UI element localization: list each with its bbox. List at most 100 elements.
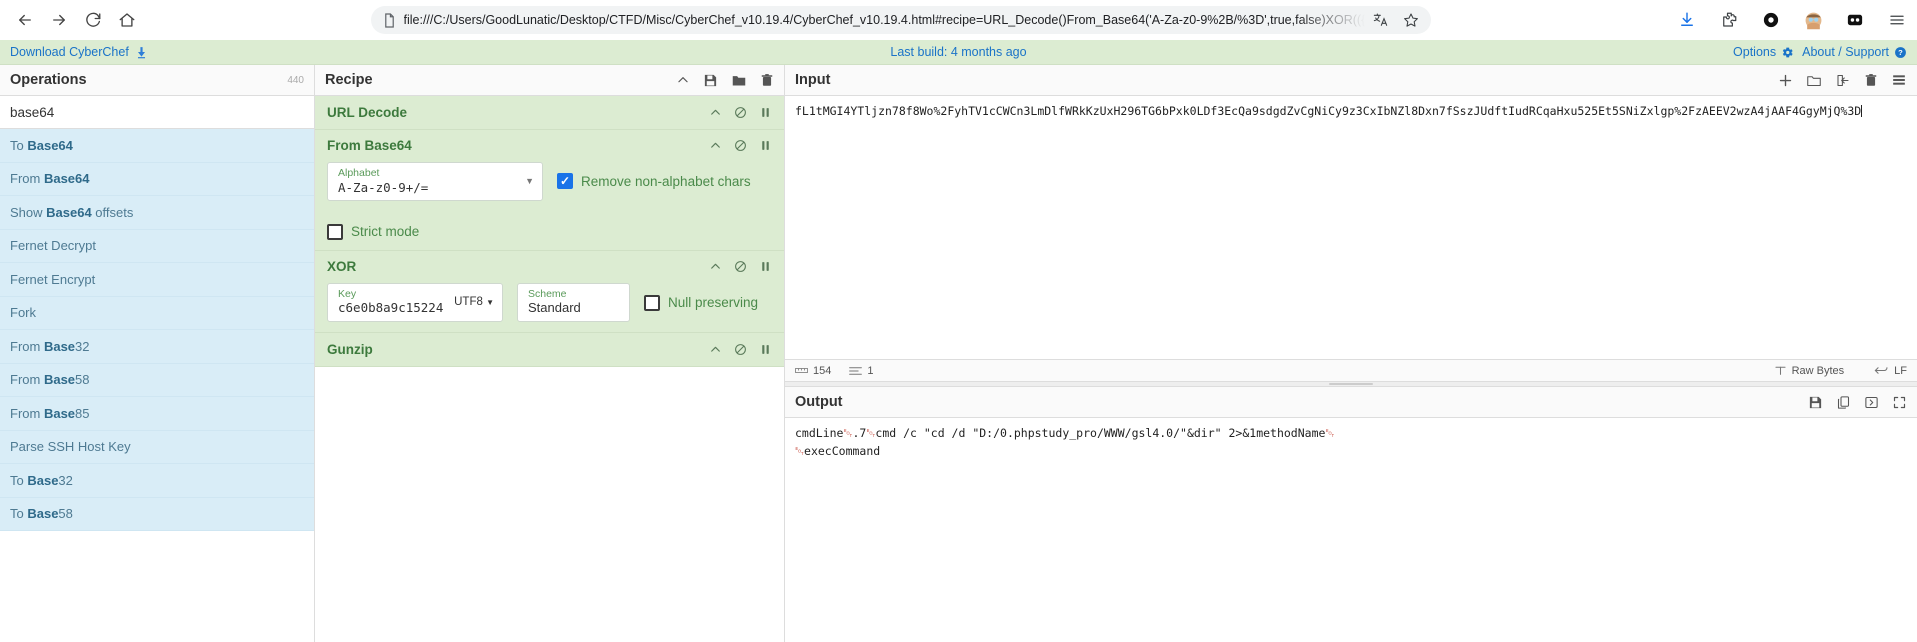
raw-bytes-toggle[interactable]: Raw Bytes	[1774, 365, 1844, 377]
main-content: Operations 440 To Base64 From Base64 Sho…	[0, 65, 1917, 642]
translate-icon[interactable]	[1373, 12, 1389, 28]
download-icon[interactable]	[1677, 10, 1697, 30]
null-preserving-label: Null preserving	[668, 295, 759, 311]
download-cyberchef-link[interactable]: Download CyberChef	[10, 45, 148, 59]
alphabet-select[interactable]: Alphabet A-Za-z0-9+/= ▼	[327, 162, 543, 201]
alphabet-value: A-Za-z0-9+/=	[338, 179, 429, 195]
operation-item-6[interactable]: From Base32	[0, 330, 314, 364]
op-pre: To	[10, 137, 28, 153]
home-icon[interactable]	[112, 5, 142, 35]
chevron-down-icon[interactable]: ▼	[486, 298, 494, 307]
pause-icon[interactable]	[759, 260, 772, 273]
operation-item-2[interactable]: Show Base64 offsets	[0, 196, 314, 230]
folder-icon[interactable]	[731, 73, 747, 88]
chevron-up-icon[interactable]	[709, 139, 722, 152]
question-circle-icon[interactable]: ?	[1894, 46, 1907, 59]
operation-item-1[interactable]: From Base64	[0, 162, 314, 196]
chevron-up-icon[interactable]	[709, 106, 722, 119]
recipe-op-url-decode[interactable]: URL Decode	[315, 96, 784, 130]
disable-icon[interactable]	[734, 139, 747, 152]
op-match: Base	[43, 338, 76, 354]
save-icon[interactable]	[703, 73, 718, 88]
options-button[interactable]: Options	[1733, 45, 1794, 59]
recipe-op-title: XOR	[327, 258, 357, 274]
recipe-op-xor[interactable]: XOR Key c6e0b8a9c15224 ... UTF8 ▼ Scheme	[315, 250, 784, 334]
trash-icon[interactable]	[1864, 73, 1878, 88]
length-icon	[795, 366, 808, 375]
hamburger-menu-icon[interactable]	[1887, 10, 1907, 30]
remove-non-alphabet-checkbox[interactable]: ✓	[557, 173, 573, 190]
recipe-op-gunzip[interactable]: Gunzip	[315, 333, 784, 368]
plus-icon[interactable]	[1778, 73, 1793, 88]
operation-item-9[interactable]: Parse SSH Host Key	[0, 430, 314, 464]
open-folder-icon[interactable]	[1806, 73, 1822, 88]
back-arrow-icon[interactable]	[10, 5, 40, 35]
operations-search-row	[0, 96, 314, 129]
operation-item-5[interactable]: Fork	[0, 296, 314, 330]
save-icon[interactable]	[1808, 395, 1823, 410]
strict-mode-checkbox[interactable]	[327, 223, 343, 240]
operations-title: Operations	[10, 72, 87, 88]
download-cyberchef-label[interactable]: Download CyberChef	[10, 45, 129, 59]
xor-key-field[interactable]: Key c6e0b8a9c15224 ... UTF8 ▼	[327, 282, 503, 322]
maximise-icon[interactable]	[1892, 395, 1907, 410]
xor-scheme-select[interactable]: Scheme Standard	[517, 282, 630, 323]
chevron-down-icon[interactable]: ▼	[525, 176, 534, 186]
remove-non-alphabet-checkbox-row[interactable]: ✓ Remove non-alphabet chars	[557, 173, 751, 190]
operation-item-8[interactable]: From Base85	[0, 397, 314, 431]
profile-avatar-icon[interactable]	[1803, 10, 1823, 30]
collections-icon[interactable]	[1845, 10, 1865, 30]
replace-input-icon[interactable]	[1864, 395, 1879, 410]
disable-icon[interactable]	[734, 343, 747, 356]
dark-circle-icon[interactable]	[1761, 10, 1781, 30]
reload-icon[interactable]	[78, 5, 108, 35]
open-file-icon[interactable]	[1835, 73, 1851, 88]
operation-item-10[interactable]: To Base32	[0, 464, 314, 498]
operation-item-0[interactable]: To Base64	[0, 129, 314, 163]
about-support-button[interactable]: About / Support ?	[1802, 45, 1907, 59]
input-lines-stat: 1	[849, 365, 873, 377]
operation-item-11[interactable]: To Base58	[0, 497, 314, 531]
strict-mode-checkbox-row[interactable]: Strict mode	[327, 223, 772, 240]
recipe-header-actions	[676, 73, 774, 88]
recipe-op-title: URL Decode	[327, 105, 408, 120]
chevron-up-icon[interactable]	[709, 343, 722, 356]
operation-item-7[interactable]: From Base58	[0, 363, 314, 397]
line-ending-selector[interactable]: LF	[1874, 365, 1907, 377]
address-bar[interactable]: file:///C:/Users/GoodLunatic/Desktop/CTF…	[370, 6, 1431, 34]
download-arrow-icon[interactable]	[135, 46, 148, 59]
output-textarea[interactable]: cmdLine␄.7␄cmd /c "cd /d "D:/0.phpstudy_…	[785, 418, 1917, 642]
output-segment: execCommand	[804, 443, 881, 458]
alphabet-label: Alphabet	[338, 167, 380, 179]
extensions-icon[interactable]	[1719, 10, 1739, 30]
chevron-up-icon[interactable]	[676, 73, 690, 87]
star-icon[interactable]	[1403, 12, 1419, 28]
last-build-label[interactable]: Last build: 4 months ago	[890, 45, 1026, 59]
options-label[interactable]: Options	[1733, 45, 1776, 59]
xor-scheme-label: Scheme	[528, 287, 567, 300]
chevron-up-icon[interactable]	[709, 260, 722, 273]
recipe-op-header: URL Decode	[327, 105, 772, 120]
search-input[interactable]	[10, 104, 304, 120]
trash-icon[interactable]	[760, 73, 774, 88]
null-preserving-checkbox-row[interactable]: Null preserving	[644, 294, 759, 311]
null-preserving-checkbox[interactable]	[644, 294, 660, 311]
output-segment: cmdLine	[795, 426, 844, 440]
recipe-op-from-base64[interactable]: From Base64 Alphabet A-Za-z0-9+/= ▼ ✓ Re…	[315, 130, 784, 251]
strict-mode-label: Strict mode	[351, 224, 420, 240]
input-textarea[interactable]: fL1tMGI4YTljzn78f8Wo%2FyhTV1cCWCn3LmDlfW…	[785, 96, 1917, 359]
pause-icon[interactable]	[759, 106, 772, 119]
operation-item-3[interactable]: Fernet Decrypt	[0, 229, 314, 263]
gear-icon[interactable]	[1781, 46, 1794, 59]
xor-key-encoding[interactable]: UTF8 ▼	[454, 296, 494, 308]
disable-icon[interactable]	[734, 106, 747, 119]
copy-icon[interactable]	[1836, 395, 1851, 410]
pause-icon[interactable]	[759, 139, 772, 152]
xor-key-value[interactable]: c6e0b8a9c15224 ...	[338, 300, 446, 316]
pause-icon[interactable]	[759, 343, 772, 356]
forward-arrow-icon[interactable]	[44, 5, 74, 35]
tabs-icon[interactable]	[1891, 73, 1907, 87]
about-support-label[interactable]: About / Support	[1802, 45, 1889, 59]
disable-icon[interactable]	[734, 260, 747, 273]
operation-item-4[interactable]: Fernet Encrypt	[0, 263, 314, 297]
